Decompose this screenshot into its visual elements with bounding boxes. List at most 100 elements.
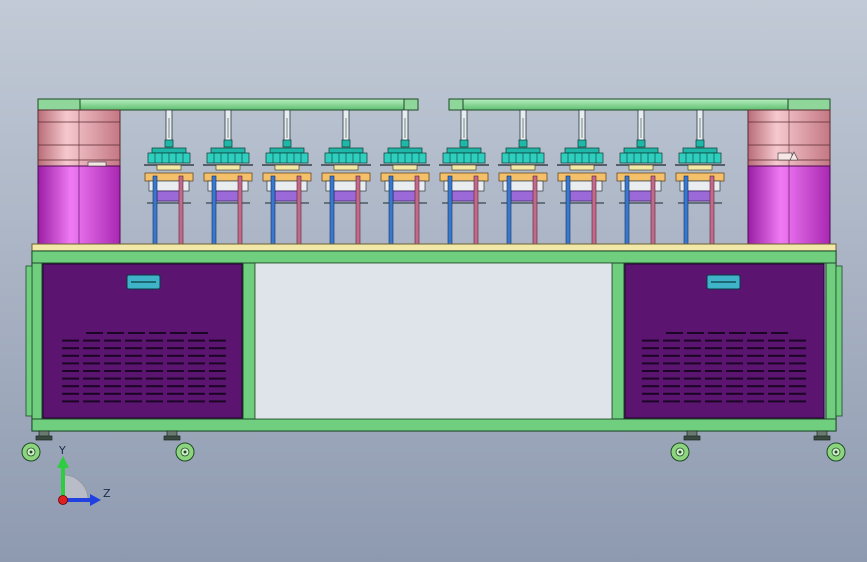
vent-slot <box>789 377 806 380</box>
station-coupler <box>695 139 705 148</box>
vent-slot <box>726 354 743 357</box>
station-core <box>392 190 418 202</box>
vent-slot <box>83 385 100 388</box>
vent-slot <box>705 385 722 388</box>
vent-slot <box>747 400 764 403</box>
vent-slot <box>663 362 680 365</box>
station-leg-right <box>591 175 597 245</box>
vent-slot <box>747 354 764 357</box>
vent-slot <box>684 377 701 380</box>
vent-slot <box>789 362 806 365</box>
vent-slot <box>747 392 764 395</box>
vent-slot <box>146 392 163 395</box>
station-coupler <box>282 139 292 148</box>
vent-slot <box>789 339 806 342</box>
vent-slot <box>209 400 226 403</box>
vent-slot <box>209 392 226 395</box>
table-top <box>31 243 837 252</box>
vent-slot <box>642 362 659 365</box>
station-leg-right <box>532 175 538 245</box>
vent-slot <box>209 354 226 357</box>
vent-slot <box>170 332 187 334</box>
vent-slot <box>789 354 806 357</box>
vent-slot <box>747 370 764 372</box>
vent-slot <box>209 385 226 388</box>
vent-slot <box>768 385 785 388</box>
vent-slot <box>726 377 743 380</box>
vent-slot <box>146 385 163 388</box>
vent-slot <box>768 400 785 403</box>
station-coupler <box>400 139 410 148</box>
station-coupler <box>164 139 174 148</box>
station-core <box>569 190 595 202</box>
vent-slot <box>83 347 100 350</box>
vent-slot <box>83 339 100 342</box>
vent-slot <box>83 354 100 357</box>
station-leg-left <box>270 175 276 245</box>
vent-slot <box>62 392 79 395</box>
vent-slot <box>149 332 166 334</box>
station-head-top <box>210 147 246 154</box>
vent-slot <box>663 370 680 372</box>
vent-slot <box>209 339 226 342</box>
vent-slot <box>684 362 701 365</box>
vent-slot <box>642 354 659 357</box>
vent-slot <box>663 392 680 395</box>
station-leg-left <box>624 175 630 245</box>
vent-slot <box>125 377 142 380</box>
station-core <box>687 190 713 202</box>
vent-slot <box>705 400 722 403</box>
station-coupler <box>518 139 528 148</box>
vent-slot <box>146 377 163 380</box>
z-axis-label: Z <box>103 487 111 500</box>
station-head-top <box>328 147 364 154</box>
vent-slot <box>167 392 184 395</box>
vent-slot <box>128 332 145 334</box>
overhead-beam-left <box>37 98 419 111</box>
vent-slot <box>62 339 79 342</box>
station-fixture-top <box>203 172 253 182</box>
vent-slot <box>726 370 743 372</box>
vent-slot <box>104 377 121 380</box>
station-fixture-top <box>321 172 371 182</box>
vent-slot <box>167 385 184 388</box>
vent-slot <box>705 362 722 365</box>
station-leg-right <box>650 175 656 245</box>
vent-slot <box>86 332 103 334</box>
station-leg-right <box>355 175 361 245</box>
vent-slot <box>83 400 100 403</box>
vent-slot <box>705 339 722 342</box>
vent-slot <box>750 332 767 334</box>
vent-slot <box>62 400 79 403</box>
vent-slot <box>107 332 124 334</box>
vent-slot <box>104 385 121 388</box>
vent-slot <box>642 347 659 350</box>
vent-slot <box>188 339 205 342</box>
vent-slot <box>188 354 205 357</box>
vent-slot <box>666 332 683 334</box>
vent-slot <box>747 362 764 365</box>
vent-slot <box>104 354 121 357</box>
vent-slot <box>747 385 764 388</box>
cylinder-tower-left <box>37 109 121 245</box>
station-fixture-top <box>616 172 666 182</box>
station-head-top <box>446 147 482 154</box>
station-coupler <box>223 139 233 148</box>
vent-slot <box>789 385 806 388</box>
vent-slot <box>167 339 184 342</box>
station-core <box>215 190 241 202</box>
station-leg-left <box>565 175 571 245</box>
vent-slot <box>188 400 205 403</box>
station-leg-right <box>178 175 184 245</box>
vent-slot <box>747 347 764 350</box>
cad-viewport[interactable]: Y Z <box>0 0 867 562</box>
vent-slot <box>768 377 785 380</box>
vent-slot <box>188 347 205 350</box>
vent-slot <box>642 377 659 380</box>
vent-slot <box>663 377 680 380</box>
vent-slot <box>167 370 184 372</box>
vent-slot <box>789 400 806 403</box>
station-head-top <box>505 147 541 154</box>
station-core <box>628 190 654 202</box>
vent-slot <box>663 385 680 388</box>
